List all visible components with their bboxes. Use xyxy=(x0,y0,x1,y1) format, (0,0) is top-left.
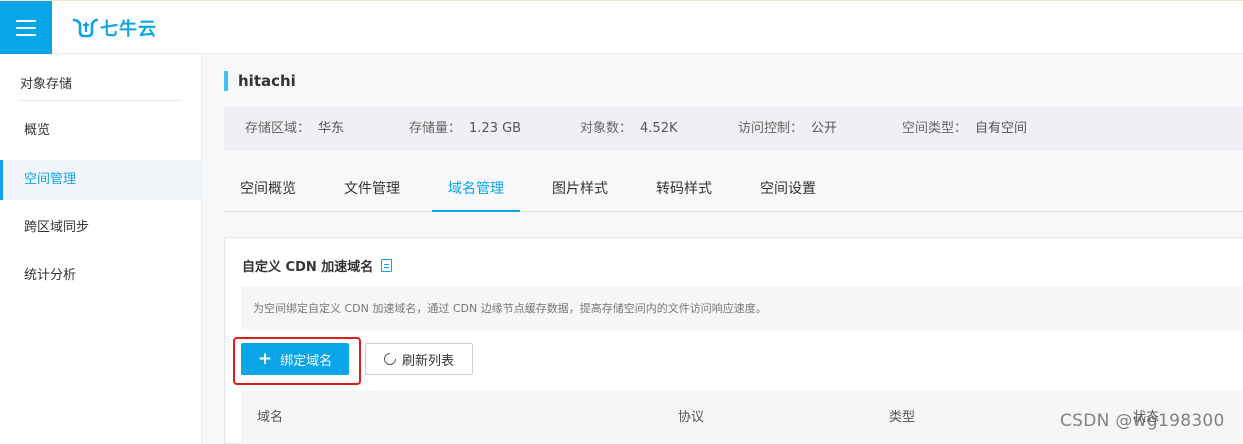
document-icon[interactable] xyxy=(381,259,393,272)
stat-label: 存储量： xyxy=(409,121,462,136)
tab-file-management[interactable]: 文件管理 xyxy=(344,173,400,212)
bucket-stats-bar: 存储区域： 华东 存储量： 1.23 GB 对象数： 4.52K 访问控制： 公开 空间… xyxy=(224,107,1243,151)
stat-access-control: 访问控制： 公开 xyxy=(738,107,837,151)
refresh-list-label: 刷新列表 xyxy=(401,353,454,369)
sidebar-section-title: 对象存储 xyxy=(20,77,73,92)
refresh-list-button[interactable]: 刷新列表 xyxy=(365,343,473,375)
hamburger-menu-button[interactable] xyxy=(0,1,52,54)
sidebar-divider xyxy=(20,100,180,101)
qiniu-logo-icon xyxy=(72,18,98,38)
top-bar: 七牛云 xyxy=(0,0,1243,54)
stat-value: 公开 xyxy=(811,121,838,136)
sidebar: 对象存储 概览 空间管理 跨区域同步 统计分析 xyxy=(0,55,202,444)
bind-domain-label: 绑定域名 xyxy=(280,353,333,369)
stat-bucket-type: 空间类型： 自有空间 xyxy=(902,107,1027,151)
refresh-icon xyxy=(381,350,399,368)
domain-panel-description: 为空间绑定自定义 CDN 加速域名，通过 CDN 边缘节点缓存数据，提高存储空间… xyxy=(241,287,1243,330)
stat-label: 空间类型： xyxy=(902,121,968,136)
stat-value: 自有空间 xyxy=(975,121,1028,136)
watermark: CSDN @wg198300 xyxy=(1060,411,1225,431)
bucket-tabs: 空间概览 文件管理 域名管理 图片样式 转码样式 空间设置 xyxy=(224,173,1243,212)
tab-bucket-overview[interactable]: 空间概览 xyxy=(240,173,296,212)
column-header-type[interactable]: 类型 xyxy=(889,391,915,444)
sidebar-item-bucket-management[interactable]: 空间管理 xyxy=(0,160,202,200)
stat-label: 对象数： xyxy=(580,121,633,136)
stat-value: 华东 xyxy=(318,121,345,136)
main-content: hitachi 存储区域： 华东 存储量： 1.23 GB 对象数： 4.52K 访问… xyxy=(203,55,1243,444)
sidebar-item-statistics[interactable]: 统计分析 xyxy=(0,256,202,296)
sidebar-item-overview[interactable]: 概览 xyxy=(0,111,202,151)
column-header-protocol[interactable]: 协议 xyxy=(678,391,704,444)
tab-domain-management[interactable]: 域名管理 xyxy=(432,173,520,212)
logo-text: 七牛云 xyxy=(100,19,157,40)
bucket-name: hitachi xyxy=(224,71,296,91)
tab-transcode-styles[interactable]: 转码样式 xyxy=(656,173,712,212)
stat-label: 访问控制： xyxy=(738,121,804,136)
tab-bucket-settings[interactable]: 空间设置 xyxy=(760,173,816,212)
stat-value: 1.23 GB xyxy=(469,121,522,136)
stat-region: 存储区域： 华东 xyxy=(245,107,344,151)
domain-panel-title-text: 自定义 CDN 加速域名 xyxy=(242,260,374,275)
stat-value: 4.52K xyxy=(640,121,678,136)
stat-storage: 存储量： 1.23 GB xyxy=(409,107,521,151)
menu-line-icon xyxy=(16,33,36,36)
menu-line-icon xyxy=(16,19,36,22)
column-header-domain[interactable]: 域名 xyxy=(257,391,283,444)
menu-line-icon xyxy=(16,26,36,29)
tab-image-styles[interactable]: 图片样式 xyxy=(552,173,608,212)
logo[interactable]: 七牛云 xyxy=(72,15,157,41)
stat-label: 存储区域： xyxy=(245,121,311,136)
domain-panel-title: 自定义 CDN 加速域名 xyxy=(242,256,393,275)
plus-icon: + xyxy=(257,348,273,369)
bind-domain-button[interactable]: + 绑定域名 xyxy=(241,343,349,375)
stat-object-count: 对象数： 4.52K xyxy=(580,107,678,151)
sidebar-item-cross-region-sync[interactable]: 跨区域同步 xyxy=(0,208,202,248)
